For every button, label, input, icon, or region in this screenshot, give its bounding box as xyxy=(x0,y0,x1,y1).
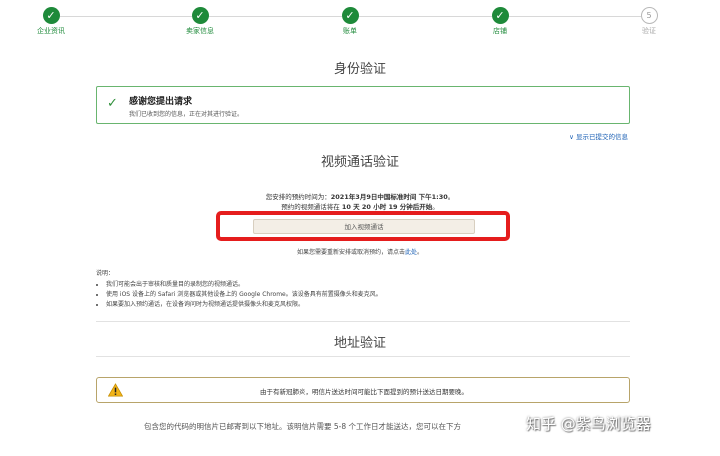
address-verification-title: 地址验证 xyxy=(333,336,386,351)
list-item: 使用 iOS 设备上的 Safari 浏览器或其他设备上的 Google Chr… xyxy=(106,289,382,298)
check-icon: ✓ xyxy=(42,7,60,24)
check-icon: ✓ xyxy=(491,7,509,24)
step-label: 账单 xyxy=(343,27,357,35)
join-video-call-button[interactable]: 加入视频通话 xyxy=(253,219,475,234)
countdown-suffix: 。 xyxy=(432,203,439,211)
step-label: 验证 xyxy=(642,27,656,35)
reschedule-prefix: 如果您需要重新安排或取消预约，请点击 xyxy=(296,249,405,256)
appointment-countdown-text: 预约的视频通话将在 10 天 20 小时 19 分钟后开始。 xyxy=(0,201,720,211)
list-item: 我们可能会出于审核和质量目的录制您的视频通话。 xyxy=(106,279,382,288)
show-submitted-info-link[interactable]: ∨ 显示已提交的信息 xyxy=(569,131,628,141)
step-label: 企业资讯 xyxy=(37,27,65,35)
step-label: 卖家信息 xyxy=(186,27,214,35)
postcard-info-text: 包含您的代码的明信片已邮寄到以下地址。该明信片需要 5-8 个工作日才能送达，您… xyxy=(144,422,462,431)
warning-text: 由于有新冠肺炎，明信片送达时间可能比下面提到的预计送达日期要晚。 xyxy=(260,388,468,396)
step-store: ✓ 店铺 xyxy=(460,7,540,36)
reschedule-text: 如果您需要重新安排或取消预约，请点击此处。 xyxy=(0,247,720,256)
check-icon: ✓ xyxy=(107,96,118,111)
watermark: 知乎 @紫鸟浏览器 xyxy=(526,415,651,433)
appointment-time: 2021年3月9日中国标准时间 下午1:30 xyxy=(330,193,448,201)
check-icon: ✓ xyxy=(341,7,359,24)
step-verification: 5 验证 xyxy=(609,7,689,36)
section-divider xyxy=(96,356,630,357)
list-item: 如果要加入预约通话，在设备询问时为视频通话提供摄像头和麦克风权限。 xyxy=(106,299,382,308)
step-number: 5 xyxy=(640,7,658,24)
reschedule-link[interactable]: 此处 xyxy=(405,249,417,256)
progress-stepper: ✓ 企业资讯 ✓ 卖家信息 ✓ 账单 ✓ 店铺 5 验证 xyxy=(0,0,720,42)
countdown-prefix: 预约的视频通话将在 xyxy=(281,203,340,211)
reschedule-suffix: 。 xyxy=(417,249,424,256)
instructions-list: 我们可能会出于审核和质量目的录制您的视频通话。 使用 iOS 设备上的 Safa… xyxy=(96,279,382,308)
request-success-alert: ✓ 感谢您提出请求 我们已收到您的信息，正在对其进行验证。 xyxy=(96,86,630,124)
covid-delay-warning: 由于有新冠肺炎，明信片送达时间可能比下面提到的预计送达日期要晚。 xyxy=(96,377,630,403)
check-icon: ✓ xyxy=(191,7,209,24)
step-billing: ✓ 账单 xyxy=(310,7,390,36)
video-call-verification-title: 视频通话验证 xyxy=(320,155,399,170)
step-seller-info: ✓ 卖家信息 xyxy=(160,7,240,36)
section-divider xyxy=(96,321,630,322)
step-company-info: ✓ 企业资讯 xyxy=(11,7,91,36)
countdown-value: 10 天 20 小时 19 分钟后开始 xyxy=(341,203,433,211)
success-message: 我们已收到您的信息，正在对其进行验证。 xyxy=(129,111,244,118)
appointment-time-text: 您安排的预约时间为：2021年3月9日中国标准时间 下午1:30。 xyxy=(0,191,720,201)
identity-verification-title: 身份验证 xyxy=(333,62,386,77)
instructions: 说明： 我们可能会出于审核和质量目的录制您的视频通话。 使用 iOS 设备上的 … xyxy=(96,268,382,309)
success-title: 感谢您提出请求 xyxy=(129,97,193,107)
instructions-title: 说明： xyxy=(96,270,115,277)
appointment-prefix: 您安排的预约时间为： xyxy=(265,193,331,201)
appointment-suffix: 。 xyxy=(447,193,455,201)
step-label: 店铺 xyxy=(493,27,507,35)
